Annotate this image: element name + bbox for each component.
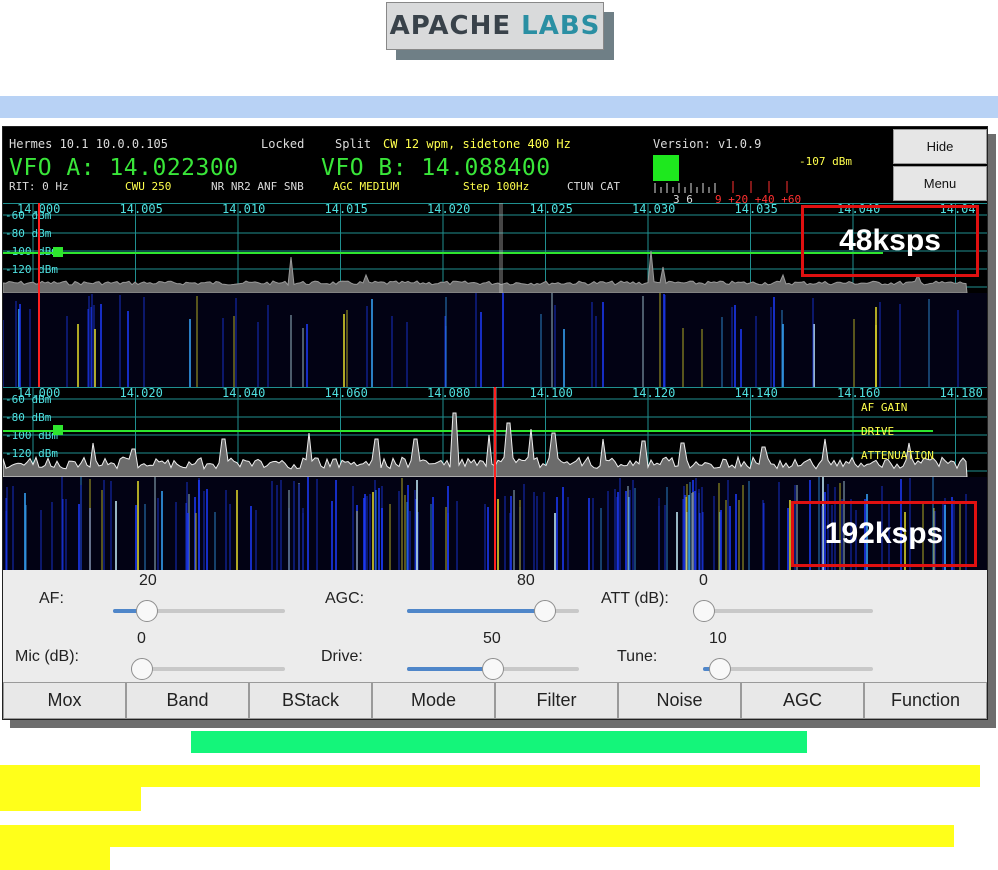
drive-slider-handle[interactable] xyxy=(482,658,504,680)
agc-slider-handle[interactable] xyxy=(533,600,556,622)
yellow-highlight-bar-1-tail xyxy=(0,787,141,811)
af-slider-handle[interactable] xyxy=(136,600,159,622)
att-label: ATT (dB): xyxy=(601,590,669,607)
cw-info: CW 12 wpm, sidetone 400 Hz xyxy=(383,137,571,151)
dbm-label: -60 dBm xyxy=(5,393,52,406)
noise-status: NR NR2 ANF SNB xyxy=(211,180,304,193)
mox-button[interactable]: Mox xyxy=(3,682,126,719)
bstack-button[interactable]: BStack xyxy=(249,682,372,719)
noise-button[interactable]: Noise xyxy=(618,682,741,719)
logo-text-apache: APACHE xyxy=(389,11,512,41)
menu-button[interactable]: Menu xyxy=(893,166,987,201)
filter-button[interactable]: Filter xyxy=(495,682,618,719)
mode-button[interactable]: Mode xyxy=(372,682,495,719)
att-slider[interactable] xyxy=(693,600,873,622)
split-status: Split xyxy=(335,137,372,151)
freq-label: 14.040 xyxy=(222,387,265,400)
yellow-highlight-bar-1 xyxy=(0,765,980,787)
vfo-b-frequency[interactable]: VFO B: 14.088400 xyxy=(321,155,551,181)
hide-button[interactable]: Hide xyxy=(893,129,987,164)
filter-status: CWU 250 xyxy=(125,180,172,193)
drive-value: 50 xyxy=(483,630,501,647)
overlay-attenuation: ATTENUATION xyxy=(861,449,934,462)
freq-label: 14.140 xyxy=(735,387,778,400)
yellow-highlight-bar-2-tail xyxy=(0,847,110,870)
agc-status: AGC MEDIUM xyxy=(333,180,400,193)
drive-slider[interactable] xyxy=(407,658,579,680)
locked-status: Locked xyxy=(261,137,305,151)
freq-label: 14.160 xyxy=(837,387,880,400)
tune-label: Tune: xyxy=(617,648,658,665)
band-button[interactable]: Band xyxy=(126,682,249,719)
sample-rate-badge-192k: 192ksps xyxy=(791,501,977,567)
freq-label: 14.020 xyxy=(120,387,163,400)
freq-label: 14.020 xyxy=(427,203,470,216)
dbm-label: -80 dBm xyxy=(5,227,52,240)
mic-slider-handle[interactable] xyxy=(131,658,153,680)
agc-button[interactable]: AGC xyxy=(741,682,864,719)
step-status: Step 100Hz xyxy=(463,180,530,193)
controls-panel: AF: 20 AGC: 80 ATT (dB): 0 Mic (dB): 0 D… xyxy=(3,570,987,682)
mic-label: Mic (dB): xyxy=(15,648,79,665)
tune-slider-handle[interactable] xyxy=(709,658,731,680)
sdr-app-window: Hermes 10.1 10.0.0.105 Locked Split CW 1… xyxy=(2,126,988,720)
freq-label: 14.030 xyxy=(632,203,675,216)
freq-label: 14.015 xyxy=(325,203,368,216)
af-value: 20 xyxy=(139,572,157,589)
tune-slider[interactable] xyxy=(703,658,873,680)
panadapter-48k[interactable]: 14.00014.00514.01014.01514.02014.02514.0… xyxy=(3,203,987,387)
yellow-highlight-bar-2 xyxy=(0,825,954,847)
ctun-cat-status: CTUN CAT xyxy=(567,180,620,193)
freq-label: 14.005 xyxy=(120,203,163,216)
agc-marker xyxy=(53,425,63,435)
device-info: Hermes 10.1 10.0.0.105 xyxy=(9,137,168,151)
version-info: Version: v1.0.9 xyxy=(653,137,762,151)
freq-label: 14.060 xyxy=(325,387,368,400)
mic-value: 0 xyxy=(137,630,146,647)
dbm-label: -60 dBm xyxy=(5,209,52,222)
signal-dbm: -107 dBm xyxy=(799,155,852,168)
green-highlight-bar xyxy=(191,731,807,753)
sample-rate-badge-48k: 48ksps xyxy=(801,205,979,277)
tune-value: 10 xyxy=(709,630,727,647)
freq-label: 14.100 xyxy=(530,387,573,400)
freq-label: 14.080 xyxy=(427,387,470,400)
s-meter-indicator xyxy=(653,155,679,181)
function-button[interactable]: Function xyxy=(864,682,987,719)
att-value: 0 xyxy=(699,572,708,589)
drive-label: Drive: xyxy=(321,648,363,665)
logo-text-labs: LABS xyxy=(521,11,601,41)
spectrum-trace xyxy=(3,412,968,478)
af-label: AF: xyxy=(39,590,64,607)
agc-slider[interactable] xyxy=(407,600,579,622)
att-slider-handle[interactable] xyxy=(693,600,715,622)
dbm-label: -100 dBm xyxy=(5,245,58,258)
overlay-drive: DRIVE xyxy=(861,425,895,438)
af-slider[interactable] xyxy=(113,600,285,622)
panadapter-192k[interactable]: 14.000 14.020 14.040 14.060 14.080 14.100 14.1… xyxy=(3,387,987,570)
mic-slider[interactable] xyxy=(131,658,285,680)
apache-labs-logo: APACHE LABS xyxy=(386,2,604,50)
filter-passband xyxy=(499,203,503,293)
freq-label: 14.010 xyxy=(222,203,265,216)
vfo-a-frequency[interactable]: VFO A: 14.022300 xyxy=(9,155,239,181)
bottom-button-bar: Mox Band BStack Mode Filter Noise AGC Fu… xyxy=(3,682,987,719)
freq-label: 14.025 xyxy=(530,203,573,216)
dbm-label: -80 dBm xyxy=(5,411,52,424)
dbm-label: -120 dBm xyxy=(5,263,58,276)
agc-marker xyxy=(53,247,63,257)
agc-label: AGC: xyxy=(325,590,365,607)
waterfall xyxy=(3,293,987,387)
freq-label: 14.180 xyxy=(940,387,983,400)
blue-highlight-bar xyxy=(0,96,998,118)
dbm-label: -120 dBm xyxy=(5,447,58,460)
overlay-af-gain: AF GAIN xyxy=(861,401,908,414)
rit-status: RIT: 0 Hz xyxy=(9,180,69,193)
agc-value: 80 xyxy=(517,572,535,589)
freq-label: 14.035 xyxy=(735,203,778,216)
freq-label: 14.120 xyxy=(632,387,675,400)
